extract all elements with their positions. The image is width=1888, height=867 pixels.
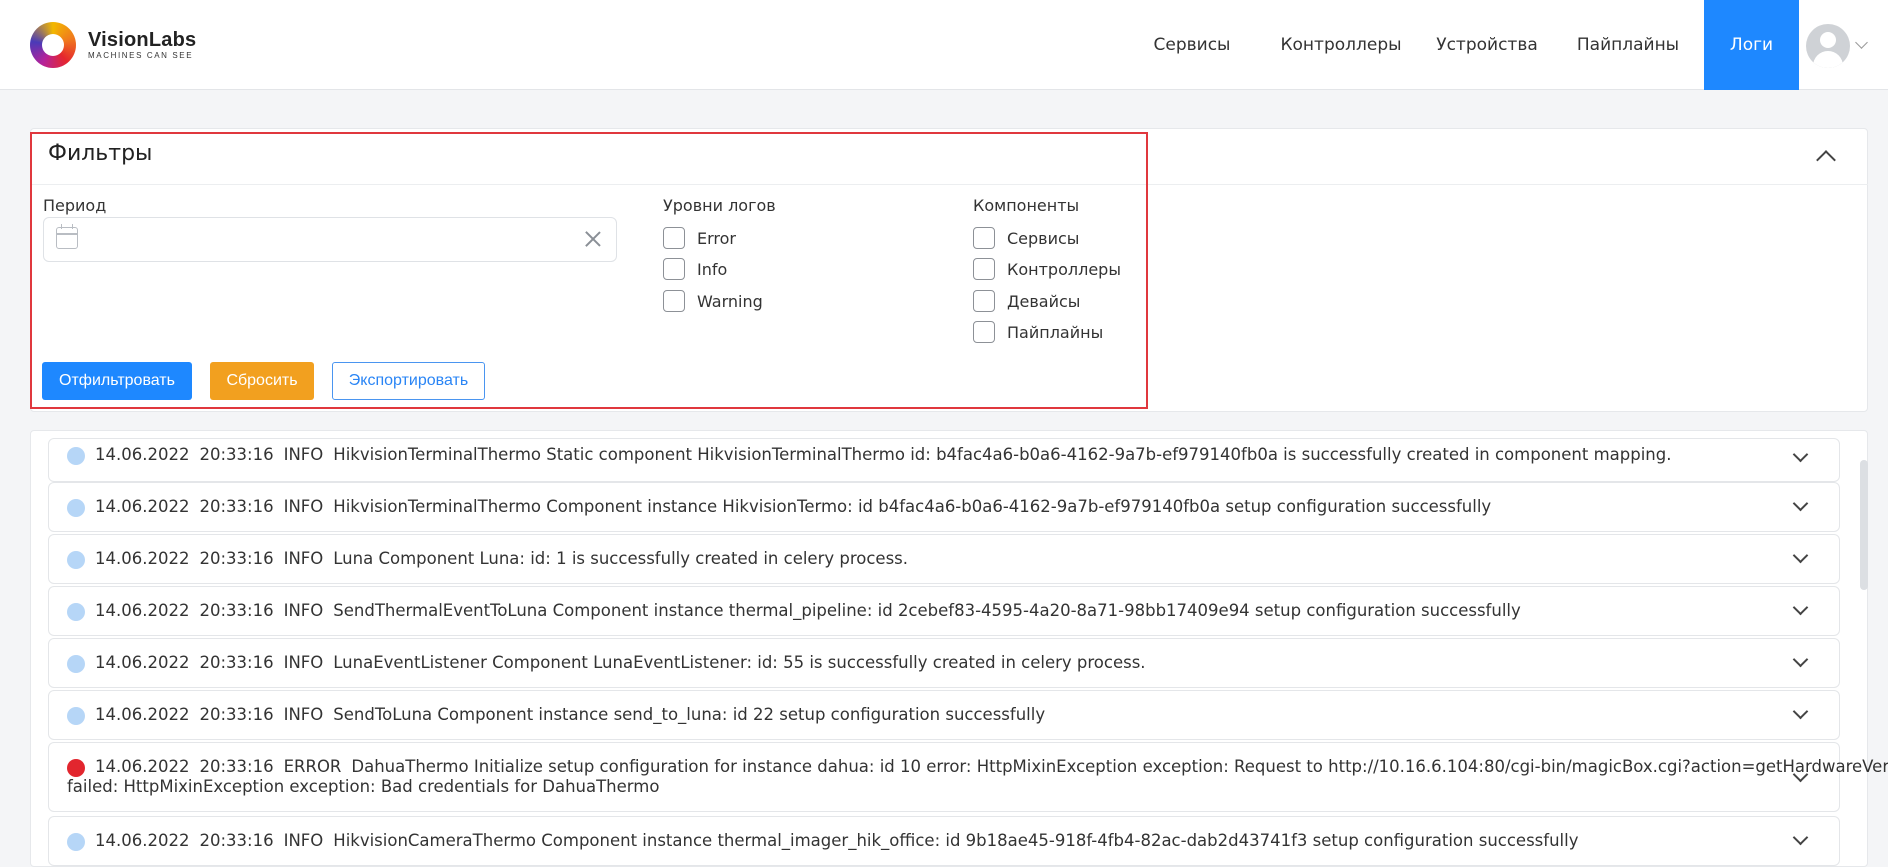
log-row[interactable]: 14.06.2022 20:33:16 INFO SendThermalEventTo… [48,586,1840,636]
log-row[interactable]: 14.06.2022 20:33:16 INFO HikvisionTerminalT… [48,482,1840,532]
log-date: 14.06.2022 [95,653,190,672]
logo-subtitle: MACHINES CAN SEE [88,51,194,60]
log-date: 14.06.2022 [95,601,190,620]
log-level: INFO [283,497,324,516]
log-time: 20:33:16 [199,757,274,776]
chevron-down-icon[interactable] [1792,651,1809,668]
highlight-box [30,132,1148,409]
nav-services[interactable]: Сервисы [1140,0,1244,90]
logo-text: VisionLabs MACHINES CAN SEE [88,29,196,61]
log-level: INFO [283,831,324,850]
log-message: LunaEventListener Component LunaEventLis… [333,653,1146,672]
info-dot-icon [67,655,85,673]
nav-devices[interactable]: Устройства [1428,0,1546,90]
nav-pipelines[interactable]: Пайплайны [1570,0,1686,90]
log-text: 14.06.2022 20:33:16 INFO HikvisionTerminalT… [95,497,1501,516]
log-time: 20:33:16 [199,601,274,620]
log-time: 20:33:16 [199,653,274,672]
info-dot-icon [67,499,85,517]
log-text: 14.06.2022 20:33:16 INFO Luna Component Lun… [95,549,918,568]
log-message: DahuaThermo Initialize setup configurati… [351,757,1888,776]
log-date: 14.06.2022 [95,497,190,516]
avatar-body-icon [1813,51,1843,68]
chevron-down-icon[interactable] [1792,495,1809,512]
nav-logs[interactable]: Логи [1704,0,1799,90]
chevron-down-icon[interactable] [1792,829,1809,846]
log-text: 14.06.2022 20:33:16 INFO SendToLuna Compone… [95,705,1055,724]
log-level: INFO [283,653,324,672]
log-row[interactable]: 14.06.2022 20:33:16 INFO HikvisionTerminalT… [48,438,1840,482]
log-text: 14.06.2022 20:33:16 INFO SendThermalEventTo… [95,601,1531,620]
avatar-head-icon [1820,32,1836,48]
log-message: SendThermalEventToLuna Component instanc… [333,601,1521,620]
logo-title: VisionLabs [88,29,197,51]
visionlabs-logo[interactable]: VisionLabs MACHINES CAN SEE [30,22,196,68]
log-level: INFO [283,549,324,568]
log-row[interactable]: 14.06.2022 20:33:16 INFO LunaEventListener … [48,638,1840,688]
log-row[interactable]: 14.06.2022 20:33:16 INFO SendToLuna Compone… [48,690,1840,740]
avatar[interactable] [1806,24,1850,68]
log-row[interactable]: 14.06.2022 20:33:16 ERROR DahuaThermo Initi… [48,742,1888,812]
scrollbar[interactable] [1860,460,1868,590]
log-text: 14.06.2022 20:33:16 INFO LunaEventListener … [95,653,1156,672]
log-message: HikvisionCameraThermo Component instance… [333,831,1579,850]
log-level: INFO [283,705,324,724]
info-dot-icon [67,707,85,725]
top-bar: VisionLabs MACHINES CAN SEE Сервисы Конт… [0,0,1888,90]
chevron-down-icon[interactable] [1792,703,1809,720]
log-message-continued: failed: HttpMixinException exception: Ba… [67,777,660,796]
log-message: SendToLuna Component instance send_to_lu… [333,705,1046,724]
log-level: INFO [283,445,324,464]
log-level: ERROR [283,757,342,776]
info-dot-icon [67,551,85,569]
log-text: 14.06.2022 20:33:16 ERROR DahuaThermo Initi… [95,757,1888,776]
log-message: HikvisionTerminalThermo Component instan… [333,497,1492,516]
log-row[interactable]: 14.06.2022 20:33:16 INFO Luna Component Lun… [48,534,1840,584]
log-date: 14.06.2022 [95,445,190,464]
log-text: 14.06.2022 20:33:16 INFO HikvisionCameraThe… [95,831,1588,850]
log-time: 20:33:16 [199,831,274,850]
chevron-down-icon[interactable] [1792,599,1809,616]
log-message: HikvisionTerminalThermo Static component… [333,445,1672,464]
log-time: 20:33:16 [199,497,274,516]
log-date: 14.06.2022 [95,705,190,724]
info-dot-icon [67,603,85,621]
chevron-down-icon[interactable] [1792,446,1809,463]
log-date: 14.06.2022 [95,549,190,568]
log-date: 14.06.2022 [95,831,190,850]
logo-ring-icon [30,22,76,68]
chevron-down-icon[interactable] [1855,36,1868,49]
log-message: Luna Component Luna: id: 1 is successful… [333,549,909,568]
log-row[interactable]: 14.06.2022 20:33:16 INFO HikvisionCameraThe… [48,816,1840,866]
log-date: 14.06.2022 [95,757,190,776]
log-text: 14.06.2022 20:33:16 INFO HikvisionTerminalT… [95,445,1681,464]
log-time: 20:33:16 [199,705,274,724]
log-time: 20:33:16 [199,445,274,464]
error-dot-icon [67,759,85,777]
info-dot-icon [67,833,85,851]
log-level: INFO [283,601,324,620]
chevron-down-icon[interactable] [1792,547,1809,564]
nav-controllers[interactable]: Контроллеры [1276,0,1406,90]
log-time: 20:33:16 [199,549,274,568]
info-dot-icon [67,447,85,465]
